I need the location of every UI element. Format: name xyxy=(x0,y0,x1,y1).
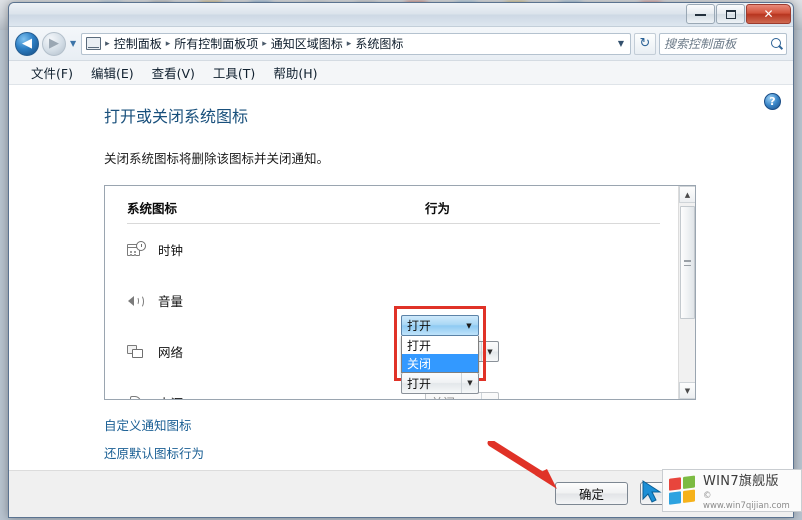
power-icon xyxy=(127,394,146,399)
search-icon xyxy=(771,38,782,49)
breadcrumb-item-notification-icons[interactable]: 通知区域图标 xyxy=(271,35,343,52)
behavior-value-clock: 打开 xyxy=(407,319,432,333)
refresh-icon: ↻ xyxy=(639,36,651,51)
chevron-down-icon: ▼ xyxy=(70,39,77,48)
network-icon xyxy=(127,343,146,360)
maximize-button[interactable] xyxy=(716,4,745,24)
row-name-volume: 音量 xyxy=(158,294,184,309)
help-question-mark: ? xyxy=(769,95,776,108)
link-restore-default-behavior[interactable]: 还原默认图标行为 xyxy=(104,443,204,462)
page-title: 打开或关闭系统图标 xyxy=(104,107,249,126)
control-panel-window: ✕ ◀ ▶ ▼ ▸ 控制面板 ▸ 所有控制面板项 ▸ 通知区域图标 ▸ 系统图标… xyxy=(8,2,794,518)
page-description: 关闭系统图标将删除该图标并关闭通知。 xyxy=(104,151,330,166)
column-header-system-icon: 系统图标 xyxy=(127,201,178,216)
column-header-behavior: 行为 xyxy=(425,201,451,216)
computer-icon xyxy=(86,37,102,50)
forward-icon: ▶ xyxy=(49,36,59,51)
table-row: 电源 关闭 ▼ xyxy=(127,377,660,399)
help-icon[interactable]: ? xyxy=(764,93,781,110)
breadcrumb-item-all-items[interactable]: 所有控制面板项 xyxy=(174,35,258,52)
row-label-network: 网络 xyxy=(127,342,425,361)
scrollbar-grip-icon xyxy=(684,259,691,266)
chevron-down-icon: ▼ xyxy=(466,321,472,330)
link-customize-notification-icons[interactable]: 自定义通知图标 xyxy=(104,415,192,434)
breadcrumb[interactable]: ▸ 控制面板 ▸ 所有控制面板项 ▸ 通知区域图标 ▸ 系统图标 ▼ xyxy=(81,32,631,55)
address-bar: ◀ ▶ ▼ ▸ 控制面板 ▸ 所有控制面板项 ▸ 通知区域图标 ▸ 系统图标 ▼… xyxy=(9,27,793,61)
menu-item-tools[interactable]: 工具(T) xyxy=(213,63,255,82)
chevron-down-icon: ▼ xyxy=(481,393,498,399)
annotation-arrow xyxy=(487,441,557,489)
triangle-down-icon: ▼ xyxy=(684,386,691,395)
breadcrumb-separator-icon: ▸ xyxy=(262,38,267,49)
minimize-button[interactable] xyxy=(686,4,715,24)
table-row: 网络 打开 ▼ xyxy=(127,326,660,377)
scroll-up-button[interactable]: ▲ xyxy=(679,186,695,203)
table-row: 时钟 xyxy=(127,224,660,275)
row-name-power: 电源 xyxy=(158,393,183,399)
clock-icon xyxy=(127,241,146,258)
dropdown-option-on[interactable]: 打开 xyxy=(402,336,478,354)
scroll-down-button[interactable]: ▼ xyxy=(679,382,695,399)
menu-item-help[interactable]: 帮助(H) xyxy=(273,63,317,82)
breadcrumb-item-control-panel[interactable]: 控制面板 xyxy=(114,35,162,52)
close-button[interactable]: ✕ xyxy=(746,4,791,24)
breadcrumb-separator-icon: ▸ xyxy=(105,38,110,49)
chevron-down-icon[interactable]: ▼ xyxy=(618,39,626,48)
row-name-clock: 时钟 xyxy=(158,243,184,258)
row-name-network: 网络 xyxy=(158,345,184,360)
content-area: ? 打开或关闭系统图标 关闭系统图标将删除该图标并关闭通知。 系统图标 行为 时… xyxy=(9,85,793,517)
vertical-scrollbar[interactable]: ▲ ▼ xyxy=(678,186,695,399)
windows-logo-icon xyxy=(669,475,697,505)
breadcrumb-separator-icon: ▸ xyxy=(346,38,352,49)
behavior-combo-clock[interactable]: 打开 ▼ xyxy=(401,315,479,336)
triangle-up-icon: ▲ xyxy=(684,190,691,199)
chevron-down-icon: ▼ xyxy=(481,342,498,361)
back-icon: ◀ xyxy=(22,36,32,51)
minimize-icon xyxy=(695,13,706,16)
menu-item-edit[interactable]: 编辑(E) xyxy=(91,63,134,82)
listbox-column-headers: 系统图标 行为 xyxy=(127,198,660,224)
history-dropdown-button[interactable]: ▼ xyxy=(69,39,78,48)
system-icons-listbox: 系统图标 行为 时钟 音量 网络 ▼ ▲ ▼ xyxy=(104,185,696,400)
behavior-combo-clock-expanded[interactable]: 打开 ▼ 打开 关闭 打开 ▼ xyxy=(401,315,479,394)
breadcrumb-separator-icon: ▸ xyxy=(165,38,171,49)
row-label-volume: 音量 xyxy=(127,291,425,310)
behavior-value-volume: 打开 xyxy=(407,376,432,391)
forward-button[interactable]: ▶ xyxy=(42,31,66,56)
watermark: WIN7旗舰版 © www.win7qijian.com xyxy=(662,469,802,512)
volume-icon xyxy=(127,292,146,309)
dropdown-options-list[interactable]: 打开 关闭 xyxy=(401,336,479,373)
behavior-value-power: 关闭 xyxy=(426,394,481,399)
table-row: 音量 xyxy=(127,275,660,326)
maximize-icon xyxy=(725,9,736,19)
search-placeholder: 搜索控制面板 xyxy=(664,37,737,51)
back-button[interactable]: ◀ xyxy=(15,31,39,56)
window-controls: ✕ xyxy=(686,4,791,24)
breadcrumb-item-system-icons[interactable]: 系统图标 xyxy=(355,35,403,52)
watermark-text: WIN7旗舰版 © www.win7qijian.com xyxy=(703,470,795,511)
menu-item-view[interactable]: 查看(V) xyxy=(152,63,195,82)
watermark-url: © www.win7qijian.com xyxy=(703,491,790,511)
behavior-combo-volume[interactable]: 打开 ▼ xyxy=(401,373,479,394)
scrollbar-thumb[interactable] xyxy=(680,206,695,319)
row-label-clock: 时钟 xyxy=(127,240,425,259)
watermark-title: WIN7旗舰版 xyxy=(703,474,779,489)
close-icon: ✕ xyxy=(763,7,774,21)
menu-bar: 文件(F) 编辑(E) 查看(V) 工具(T) 帮助(H) xyxy=(9,61,793,85)
search-input[interactable]: 搜索控制面板 xyxy=(659,32,787,55)
title-bar[interactable]: ✕ xyxy=(9,3,793,27)
chevron-down-icon: ▼ xyxy=(461,373,478,393)
menu-item-file[interactable]: 文件(F) xyxy=(31,63,73,82)
row-label-power: 电源 xyxy=(127,393,425,399)
dropdown-option-off[interactable]: 关闭 xyxy=(402,354,478,372)
listbox-inner: 系统图标 行为 时钟 音量 网络 ▼ xyxy=(105,186,678,399)
refresh-button[interactable]: ↻ xyxy=(634,32,656,55)
